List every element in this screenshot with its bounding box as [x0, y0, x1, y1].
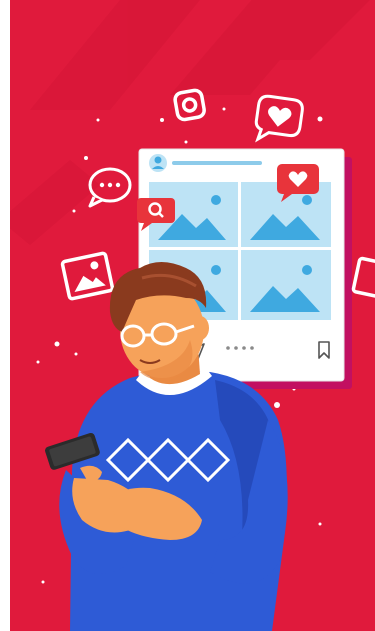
illustration-root — [0, 0, 375, 631]
social-media-illustration — [10, 0, 375, 631]
ear — [191, 316, 209, 340]
left-edge-strip — [0, 0, 10, 631]
illustration-canvas — [10, 0, 375, 631]
username-line — [172, 161, 262, 165]
